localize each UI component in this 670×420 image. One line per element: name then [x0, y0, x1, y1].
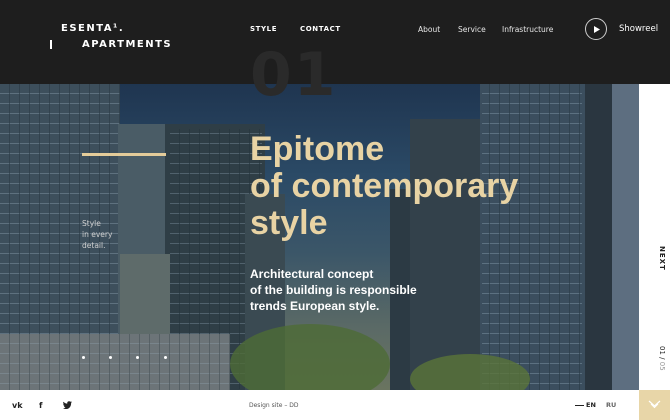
slide-dot[interactable] — [82, 356, 85, 359]
hero-headline: Epitome of contemporary style — [250, 131, 518, 242]
language-ru[interactable]: RU — [606, 401, 616, 409]
slide-dot[interactable] — [164, 356, 167, 359]
side-note: Style in every detail. — [82, 218, 112, 251]
logo-text-line2[interactable]: APARTMENTS — [82, 39, 172, 50]
headline-line: of contemporary — [250, 167, 519, 205]
facebook-icon[interactable]: f — [39, 401, 42, 410]
nav-link-style[interactable]: STYLE — [250, 25, 277, 33]
slide-total: 05 — [658, 361, 666, 371]
vk-icon[interactable]: vk — [12, 401, 23, 410]
showreel-link[interactable]: Showreel — [619, 24, 658, 34]
active-language-indicator — [575, 405, 584, 406]
scroll-down-button[interactable] — [639, 390, 670, 420]
next-slide-button[interactable]: NEXT — [646, 246, 666, 271]
side-note-line: Style — [82, 219, 101, 228]
slide-counter: 01 / 05 — [658, 346, 666, 371]
slide-dot[interactable] — [109, 356, 112, 359]
language-en[interactable]: EN — [586, 401, 596, 409]
hero-subtitle: Architectural concept of the building is… — [250, 266, 417, 314]
twitter-bird-icon — [63, 401, 72, 410]
subtitle-line: trends European style. — [250, 299, 380, 313]
subtitle-line: Architectural concept — [250, 267, 374, 281]
accent-line — [82, 153, 166, 156]
slide-number-watermark: 01 — [250, 40, 338, 110]
play-icon — [594, 26, 600, 33]
side-note-line: detail. — [82, 241, 106, 250]
subtitle-line: of the building is responsible — [250, 283, 417, 297]
logo-bar — [50, 40, 52, 49]
headline-line: Epitome — [250, 130, 385, 168]
nav-link-infrastructure[interactable]: Infrastructure — [502, 25, 553, 34]
chevron-down-icon — [648, 400, 661, 409]
nav-link-contact[interactable]: CONTACT — [300, 25, 341, 33]
slide-current: 01 — [658, 346, 666, 355]
design-credit-link[interactable]: Design site – DD — [249, 402, 299, 409]
showreel-play-button[interactable] — [585, 18, 607, 40]
site-footer — [0, 390, 670, 420]
headline-line: style — [250, 204, 328, 242]
slider-sidebar — [639, 84, 670, 390]
slide-dot[interactable] — [136, 356, 139, 359]
nav-link-service[interactable]: Service — [458, 25, 486, 34]
side-note-line: in every — [82, 230, 113, 239]
nav-link-about[interactable]: About — [418, 25, 440, 34]
twitter-icon[interactable] — [63, 401, 72, 411]
logo-text-line1[interactable]: ESENTA¹. — [61, 23, 124, 34]
